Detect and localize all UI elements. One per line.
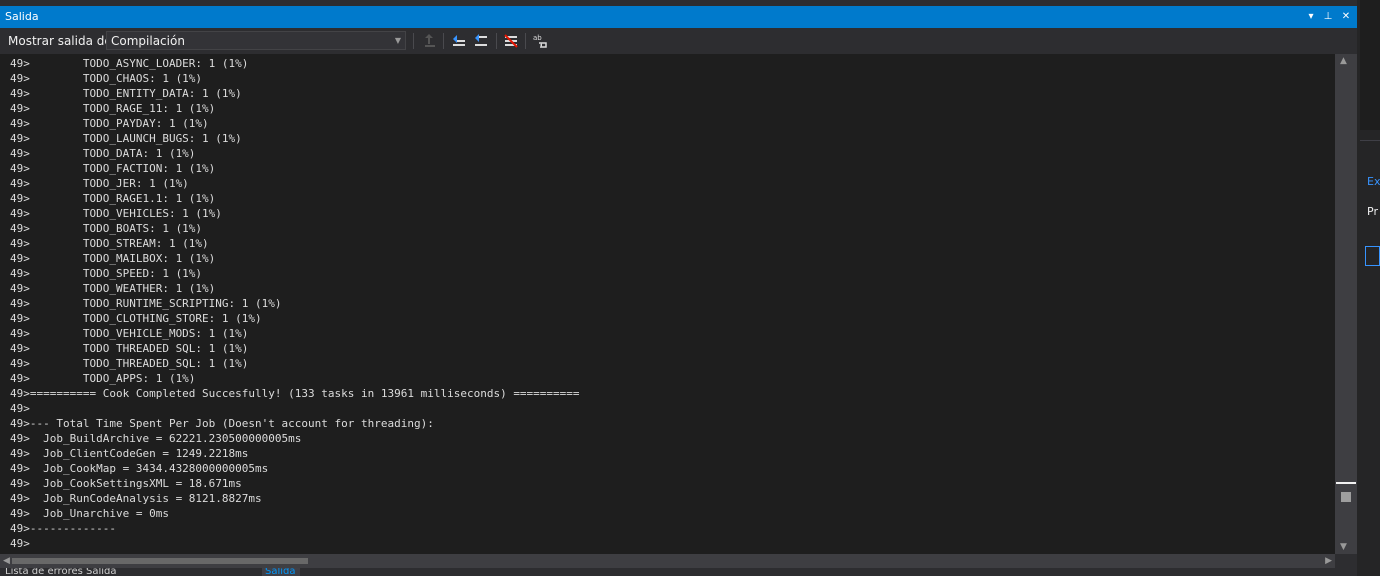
right-panel-strip: [1360, 0, 1380, 130]
right-panel-title: Pr: [1367, 205, 1378, 218]
right-side-panel: Ex Pr: [1357, 0, 1380, 576]
output-line: 49> TODO_ENTITY_DATA: 1 (1%): [10, 87, 242, 100]
output-source-value: Compilación: [111, 34, 185, 48]
tab-output[interactable]: Salida: [262, 568, 300, 576]
output-line: 49> TODO_PAYDAY: 1 (1%): [10, 117, 209, 130]
scroll-right-icon[interactable]: ▶: [1325, 554, 1332, 568]
output-line: 49>: [10, 537, 30, 550]
bottom-tab-strip: Lista de errores Salida Salida: [0, 568, 1357, 576]
toggle-word-wrap-icon[interactable]: ab: [531, 32, 549, 50]
output-line: 49> TODO_STREAM: 1 (1%): [10, 237, 209, 250]
output-log: 49> TODO_ASYNC_LOADER: 1 (1%) 49> TODO_CH…: [0, 54, 1335, 551]
output-line: 49> TODO_VEHICLES: 1 (1%): [10, 207, 222, 220]
scroll-up-icon[interactable]: ▲: [1340, 56, 1347, 66]
output-line: 49> TODO_LAUNCH_BUGS: 1 (1%): [10, 132, 242, 145]
right-panel-divider: [1360, 140, 1380, 141]
output-line: 49> TODO_APPS: 1 (1%): [10, 372, 196, 385]
output-line: 49> TODO_MAILBOX: 1 (1%): [10, 252, 216, 265]
output-line: 49> TODO_JER: 1 (1%): [10, 177, 189, 190]
output-line: 49> TODO_FACTION: 1 (1%): [10, 162, 216, 175]
right-panel-tab-label[interactable]: Ex: [1367, 175, 1380, 188]
output-line: 49> TODO_RAGE_11: 1 (1%): [10, 102, 216, 115]
output-line: 49>--- Total Time Spent Per Job (Doesn't…: [10, 417, 434, 430]
tab-error-list[interactable]: Lista de errores Salida: [5, 568, 117, 576]
go-to-prev-message-icon[interactable]: [421, 32, 439, 50]
clear-all-icon[interactable]: [502, 32, 520, 50]
vertical-scrollbar[interactable]: ▲ ▼: [1335, 54, 1357, 554]
output-line: 49> TODO_VEHICLE_MODS: 1 (1%): [10, 327, 249, 340]
toolbar-separator: [413, 33, 414, 49]
window-title: Salida: [5, 10, 39, 23]
horizontal-scrollbar-thumb[interactable]: [12, 558, 308, 564]
output-title-bar[interactable]: Salida ▾ ⊥ ✕: [0, 6, 1357, 28]
output-line: 49> TODO_RUNTIME_SCRIPTING: 1 (1%): [10, 297, 282, 310]
output-line: 49> TODO_RAGE1.1: 1 (1%): [10, 192, 216, 205]
output-line: 49> TODO_THREADED_SQL: 1 (1%): [10, 357, 249, 370]
properties-grid-icon[interactable]: [1365, 246, 1380, 266]
output-toolbar: Mostrar salida de: Compilación ▼ ab: [0, 28, 1357, 54]
output-line: 49> Job_Unarchive = 0ms: [10, 507, 169, 520]
scroll-position-marker: [1336, 482, 1356, 484]
output-line: 49> TODO_ASYNC_LOADER: 1 (1%): [10, 57, 249, 70]
output-line: 49> TODO_CHAOS: 1 (1%): [10, 72, 203, 85]
output-line: 49>-------------: [10, 522, 116, 535]
output-line: 49> TODO_BOATS: 1 (1%): [10, 222, 203, 235]
output-source-select[interactable]: Compilación ▼: [106, 31, 406, 50]
scroll-down-icon[interactable]: ▼: [1340, 542, 1347, 552]
pin-icon[interactable]: ⊥: [1321, 6, 1335, 28]
close-icon[interactable]: ✕: [1339, 6, 1353, 28]
horizontal-scrollbar[interactable]: ◀ ▶: [0, 554, 1335, 568]
output-line: 49> Job_CookMap = 3434.4328000000005ms: [10, 462, 269, 475]
show-output-from-label: Mostrar salida de:: [8, 34, 116, 48]
toolbar-separator: [443, 33, 444, 49]
find-next-icon[interactable]: [472, 32, 490, 50]
output-line: 49> Job_RunCodeAnalysis = 8121.8827ms: [10, 492, 262, 505]
output-line: 49>: [10, 402, 30, 415]
output-line: 49> Job_ClientCodeGen = 1249.2218ms: [10, 447, 249, 460]
output-line: 49> Job_CookSettingsXML = 18.671ms: [10, 477, 242, 490]
output-line: 49> TODO_CLOTHING_STORE: 1 (1%): [10, 312, 262, 325]
output-line: 49> TODO_DATA: 1 (1%): [10, 147, 196, 160]
output-line: 49> Job_BuildArchive = 62221.23050000000…: [10, 432, 302, 445]
output-window: Salida ▾ ⊥ ✕ Mostrar salida de: Compilac…: [0, 6, 1357, 576]
toolbar-separator: [496, 33, 497, 49]
toolbar-separator: [525, 33, 526, 49]
output-line: 49> TODO_WEATHER: 1 (1%): [10, 282, 216, 295]
find-prev-icon[interactable]: [450, 32, 468, 50]
scrollbar-thumb[interactable]: [1341, 492, 1351, 502]
output-line: 49>========== Cook Completed Succesfully…: [10, 387, 580, 400]
window-menu-dropdown-icon[interactable]: ▾: [1304, 6, 1318, 28]
chevron-down-icon: ▼: [394, 36, 401, 45]
output-line: 49> TODO THREADED SQL: 1 (1%): [10, 342, 249, 355]
output-text-area[interactable]: 49> TODO_ASYNC_LOADER: 1 (1%) 49> TODO_CH…: [0, 54, 1335, 554]
output-line: 49> TODO_SPEED: 1 (1%): [10, 267, 203, 280]
scroll-left-icon[interactable]: ◀: [3, 554, 10, 568]
svg-text:ab: ab: [533, 34, 542, 42]
